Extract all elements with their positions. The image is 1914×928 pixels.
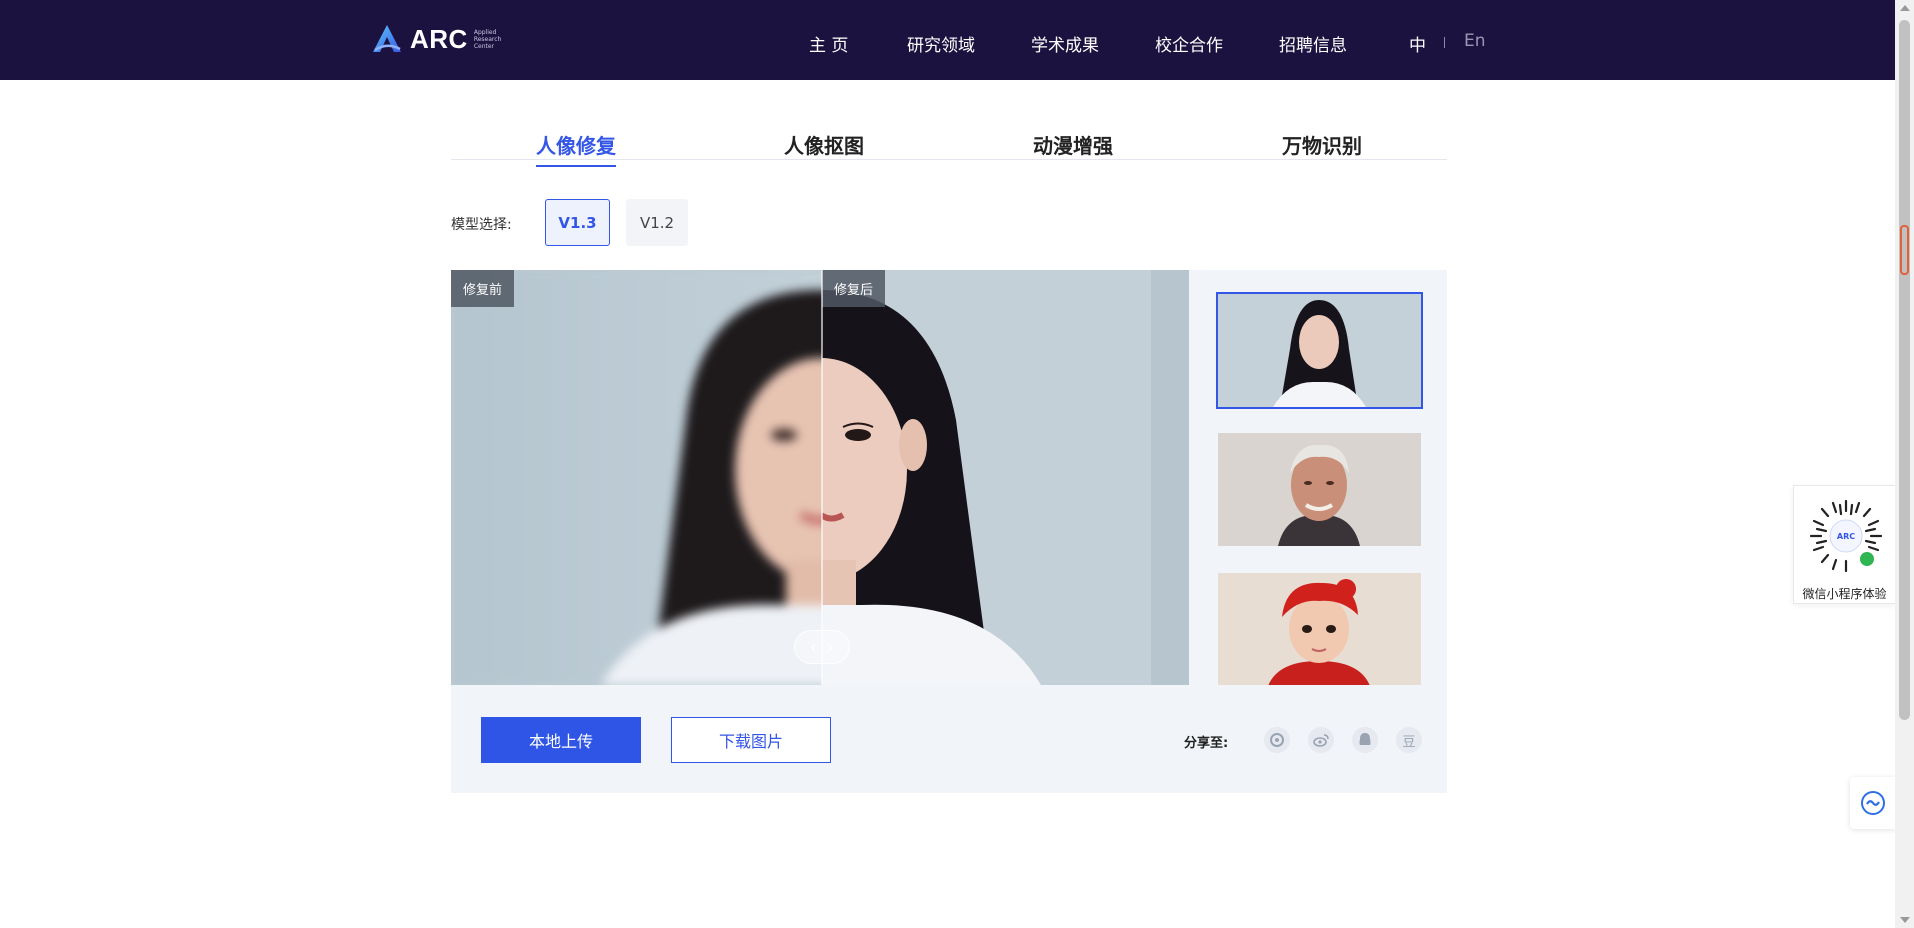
chevron-right-icon: › [827, 636, 835, 658]
tab-anime-enhance[interactable]: 动漫增强 [1033, 130, 1113, 159]
mini-program-caption: 微信小程序体验 [1802, 587, 1887, 601]
logo-text: ARC [410, 23, 468, 54]
top-nav-bar: ARC Applied Research Center 主 页 研究领域 学术成… [0, 0, 1895, 80]
logo-subtitle-line: Research [473, 35, 502, 43]
sample-thumb-woman[interactable] [1216, 292, 1423, 409]
arc-logo[interactable]: ARC Applied Research Center [370, 22, 514, 56]
floating-service-button[interactable] [1850, 777, 1896, 829]
scrollbar-thumb[interactable] [1899, 20, 1910, 720]
sample-thumb-baby[interactable] [1218, 573, 1421, 685]
after-label: 修复后 [822, 270, 886, 307]
model-version-v13-button[interactable]: V1.3 [545, 199, 610, 246]
lang-en-link[interactable]: En [1464, 31, 1486, 51]
share-label: 分享至: [1184, 736, 1229, 751]
qr-code-icon: ARC [1809, 499, 1883, 573]
page-scrollbar[interactable] [1895, 0, 1914, 928]
after-image: 修复后 [822, 270, 1189, 685]
moments-icon[interactable] [1264, 727, 1290, 753]
before-label: 修复前 [451, 270, 515, 307]
local-upload-button[interactable]: 本地上传 [481, 717, 641, 763]
arc-logo-icon [373, 25, 401, 52]
lang-divider [1444, 37, 1445, 48]
logo-subtitle-line: Center [473, 42, 495, 50]
lang-zh-link[interactable]: 中 [1409, 31, 1426, 56]
mini-program-qr-card[interactable]: ARC 微信小程序体验 [1793, 485, 1896, 604]
before-image: 修复前 [451, 270, 822, 685]
feature-tabs: 人像修复 人像抠图 动漫增强 万物识别 [451, 126, 1447, 167]
nav-item-research[interactable]: 研究领域 [907, 31, 975, 56]
logo-subtitle: Applied Research Center [474, 29, 514, 50]
nav-item-home[interactable]: 主 页 [809, 31, 848, 56]
svg-text:ARC: ARC [1837, 532, 1855, 541]
service-icon [1861, 791, 1885, 815]
sample-thumb-elderly-man[interactable] [1218, 433, 1421, 546]
scroll-down-arrow[interactable] [1900, 917, 1910, 923]
scroll-highlight-marker [1900, 225, 1909, 275]
compare-divider [821, 270, 823, 685]
logo-subtitle-line: Applied [473, 28, 497, 36]
nav-item-cooperation[interactable]: 校企合作 [1155, 31, 1223, 56]
nav-item-publications[interactable]: 学术成果 [1031, 31, 1099, 56]
before-after-compare[interactable]: 修复前 修复后 ‹ › [451, 270, 1189, 685]
tab-portrait-matting[interactable]: 人像抠图 [784, 130, 864, 159]
compare-slider-handle[interactable]: ‹ › [794, 630, 850, 664]
tab-portrait-restore[interactable]: 人像修复 [536, 130, 616, 167]
qq-icon[interactable] [1352, 727, 1378, 753]
sample-thumbnails [1189, 270, 1447, 685]
nav-item-careers[interactable]: 招聘信息 [1279, 31, 1347, 56]
download-image-button[interactable]: 下载图片 [671, 717, 831, 763]
chevron-left-icon: ‹ [809, 636, 817, 658]
scroll-up-arrow[interactable] [1900, 5, 1910, 11]
workspace-panel: 修复前 修复后 ‹ › 本地上传 下载图片 分享至: 豆 [451, 270, 1447, 793]
model-select-label: 模型选择: [451, 217, 512, 233]
tab-object-recognition[interactable]: 万物识别 [1282, 130, 1362, 159]
douban-icon[interactable]: 豆 [1396, 727, 1422, 753]
model-version-v12-button[interactable]: V1.2 [626, 199, 688, 246]
weibo-icon[interactable] [1308, 727, 1334, 753]
